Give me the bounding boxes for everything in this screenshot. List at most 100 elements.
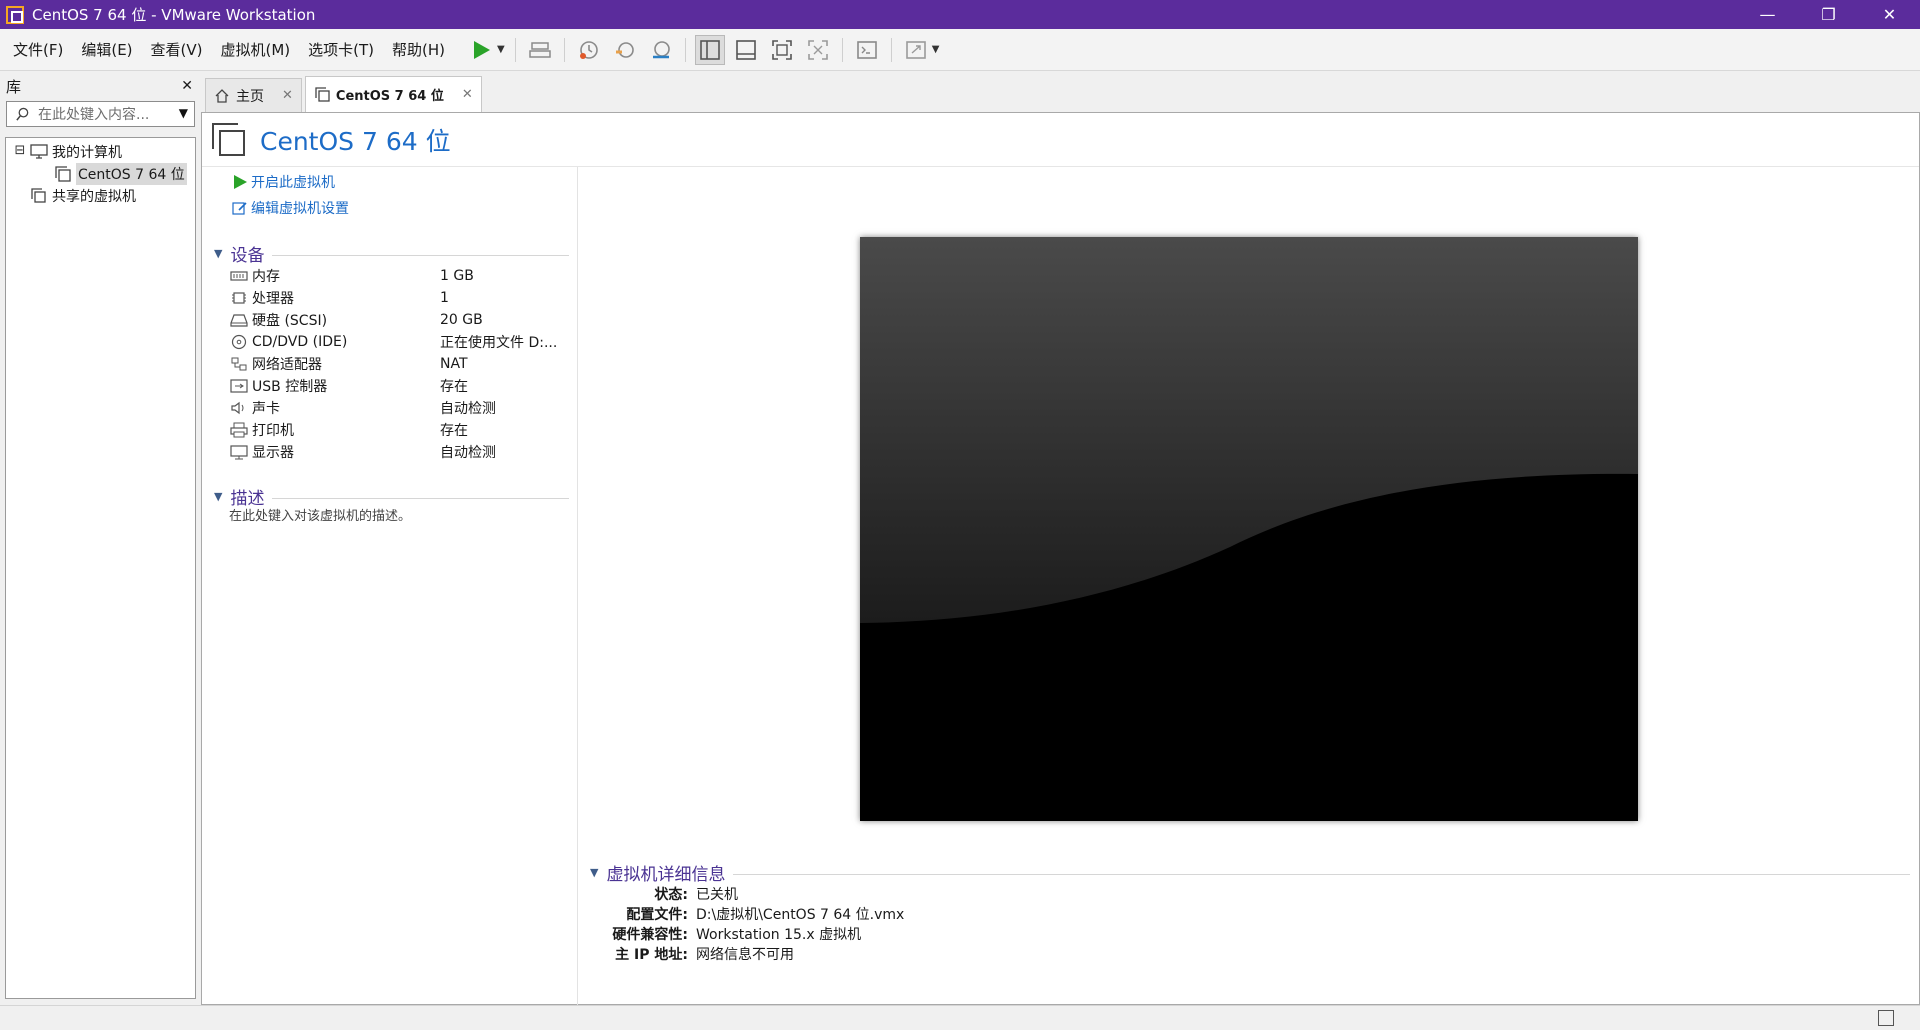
vm-header: CentOS 7 64 位	[202, 113, 1919, 167]
tree-label-my-computer: 我的计算机	[52, 145, 122, 161]
detail-row-hardware-compat: 硬件兼容性: Workstation 15.x 虚拟机	[590, 924, 1190, 944]
send-ctrl-alt-del-button[interactable]	[525, 35, 555, 65]
detail-value: Workstation 15.x 虚拟机	[696, 927, 862, 943]
shared-vm-icon	[31, 188, 46, 203]
vm-large-icon	[212, 122, 245, 156]
device-name: 内存	[252, 269, 280, 285]
snapshot-manager-button[interactable]	[646, 35, 676, 65]
title-bar: CentOS 7 64 位 - VMware Workstation — ❐ ✕	[0, 0, 1920, 29]
hard-disk-icon	[230, 314, 248, 327]
tab-home-label: 主页	[236, 88, 264, 105]
snapshot-clock-icon	[579, 40, 598, 59]
library-header: 库 ✕	[0, 71, 199, 101]
show-library-button[interactable]	[694, 34, 725, 65]
power-dropdown-icon[interactable]: ▼	[497, 44, 505, 55]
unity-icon	[807, 39, 828, 60]
stretch-dropdown-icon[interactable]: ▼	[932, 44, 940, 55]
tree-item-shared-vms[interactable]: 共享的虚拟机	[6, 185, 195, 207]
console-view-button[interactable]	[852, 35, 882, 65]
tab-home[interactable]: 主页 ✕	[205, 78, 302, 112]
library-search-input[interactable]: 在此处键入内容... ▼	[6, 101, 195, 127]
device-row-processor[interactable]: 处理器 1	[230, 287, 570, 309]
collapse-icon[interactable]: ⊟	[14, 144, 26, 158]
full-screen-button[interactable]	[767, 35, 797, 65]
collapse-triangle-icon: ▼	[214, 490, 223, 503]
power-on-button[interactable]	[466, 35, 496, 65]
close-window-button[interactable]: ✕	[1859, 0, 1920, 29]
devices-section-header[interactable]: ▼ 设备	[214, 241, 569, 266]
tree-item-my-computer[interactable]: ⊟ 我的计算机	[6, 141, 195, 163]
detail-row-config-file: 配置文件: D:\虚拟机\CentOS 7 64 位.vmx	[590, 904, 1190, 924]
library-search-placeholder: 在此处键入内容...	[38, 107, 150, 123]
revert-clock-icon	[615, 41, 634, 58]
toolbar-separator	[841, 37, 843, 62]
device-name: CD/DVD (IDE)	[252, 334, 348, 350]
tab-home-close-button[interactable]: ✕	[282, 88, 293, 103]
usb-icon	[230, 379, 248, 393]
search-icon	[16, 107, 29, 121]
toolbar-separator	[514, 37, 516, 62]
vm-screen-preview[interactable]	[860, 237, 1638, 821]
device-value: 1 GB	[440, 268, 474, 284]
device-value: 正在使用文件 D:...	[440, 335, 558, 351]
devices-header-label: 设备	[230, 246, 265, 266]
thumbnail-bar-button[interactable]	[731, 35, 761, 65]
menu-view[interactable]: 查看(V)	[142, 29, 212, 71]
search-dropdown-icon[interactable]: ▼	[179, 106, 188, 120]
tab-centos-vm[interactable]: CentOS 7 64 位 ✕	[304, 76, 482, 112]
speaker-icon	[231, 401, 244, 415]
toolbar-separator	[563, 37, 565, 62]
power-on-vm-link[interactable]: 开启此虚拟机	[232, 172, 335, 192]
library-view-icon	[699, 39, 720, 60]
menu-vm[interactable]: 虚拟机(M)	[212, 29, 300, 71]
description-input[interactable]: 在此处键入对该虚拟机的描述。	[229, 505, 411, 524]
device-row-display[interactable]: 显示器 自动检测	[230, 441, 570, 463]
network-adapter-icon	[231, 357, 247, 371]
keyboard-send-icon	[528, 41, 551, 58]
play-icon	[474, 40, 491, 59]
device-row-printer[interactable]: 打印机 存在	[230, 419, 570, 441]
vm-details-section-header[interactable]: ▼ 虚拟机详细信息	[590, 860, 1910, 885]
detail-value: 网络信息不可用	[696, 947, 794, 963]
device-row-sound-card[interactable]: 声卡 自动检测	[230, 397, 570, 419]
printer-icon	[230, 422, 248, 438]
device-value: 20 GB	[440, 312, 483, 328]
device-row-memory[interactable]: 内存 1 GB	[230, 265, 570, 287]
device-row-usb-controller[interactable]: USB 控制器 存在	[230, 375, 570, 397]
edit-vm-settings-link[interactable]: 编辑虚拟机设置	[232, 198, 349, 218]
vm-summary-page: CentOS 7 64 位 开启此虚拟机 编辑虚拟机设置 ▼ 设备 内存 1 G…	[201, 112, 1920, 1005]
menu-edit[interactable]: 编辑(E)	[72, 29, 141, 71]
play-icon	[234, 175, 247, 189]
unity-button[interactable]	[803, 35, 833, 65]
library-panel: 库 ✕ 在此处键入内容... ▼ ⊟ 我的计算机 CentOS 7 64 位 共…	[0, 71, 199, 1005]
device-row-network-adapter[interactable]: 网络适配器 NAT	[230, 353, 570, 375]
device-row-cd-dvd[interactable]: CD/DVD (IDE) 正在使用文件 D:...	[230, 331, 570, 353]
message-log-icon[interactable]	[1878, 1010, 1894, 1026]
restore-button[interactable]: ❐	[1798, 0, 1859, 29]
detail-row-state: 状态: 已关机	[590, 884, 1190, 904]
terminal-icon	[856, 40, 877, 59]
stretch-view-button[interactable]	[901, 35, 931, 65]
device-name: 声卡	[252, 401, 280, 417]
menu-tabs[interactable]: 选项卡(T)	[299, 29, 383, 71]
detail-key: 配置文件:	[626, 907, 688, 923]
snapshot-button[interactable]	[574, 35, 604, 65]
processor-icon	[232, 292, 246, 304]
menu-file[interactable]: 文件(F)	[0, 29, 72, 71]
revert-snapshot-button[interactable]	[610, 35, 640, 65]
device-row-hard-disk[interactable]: 硬盘 (SCSI) 20 GB	[230, 309, 570, 331]
stretch-icon	[905, 40, 926, 59]
device-value: 1	[440, 290, 449, 306]
status-bar	[0, 1005, 1920, 1030]
menu-help[interactable]: 帮助(H)	[383, 29, 454, 71]
thumbnail-bar-icon	[735, 39, 756, 60]
memory-icon	[230, 271, 248, 281]
device-name: 硬盘 (SCSI)	[252, 313, 328, 329]
tab-centos-label: CentOS 7 64 位	[335, 89, 444, 104]
tree-item-centos-vm[interactable]: CentOS 7 64 位	[6, 163, 195, 185]
library-close-button[interactable]: ✕	[181, 78, 193, 94]
minimize-button[interactable]: —	[1737, 0, 1798, 29]
detail-key: 状态:	[654, 887, 688, 903]
tree-label-centos-vm: CentOS 7 64 位	[76, 163, 187, 185]
tab-centos-close-button[interactable]: ✕	[462, 87, 473, 102]
